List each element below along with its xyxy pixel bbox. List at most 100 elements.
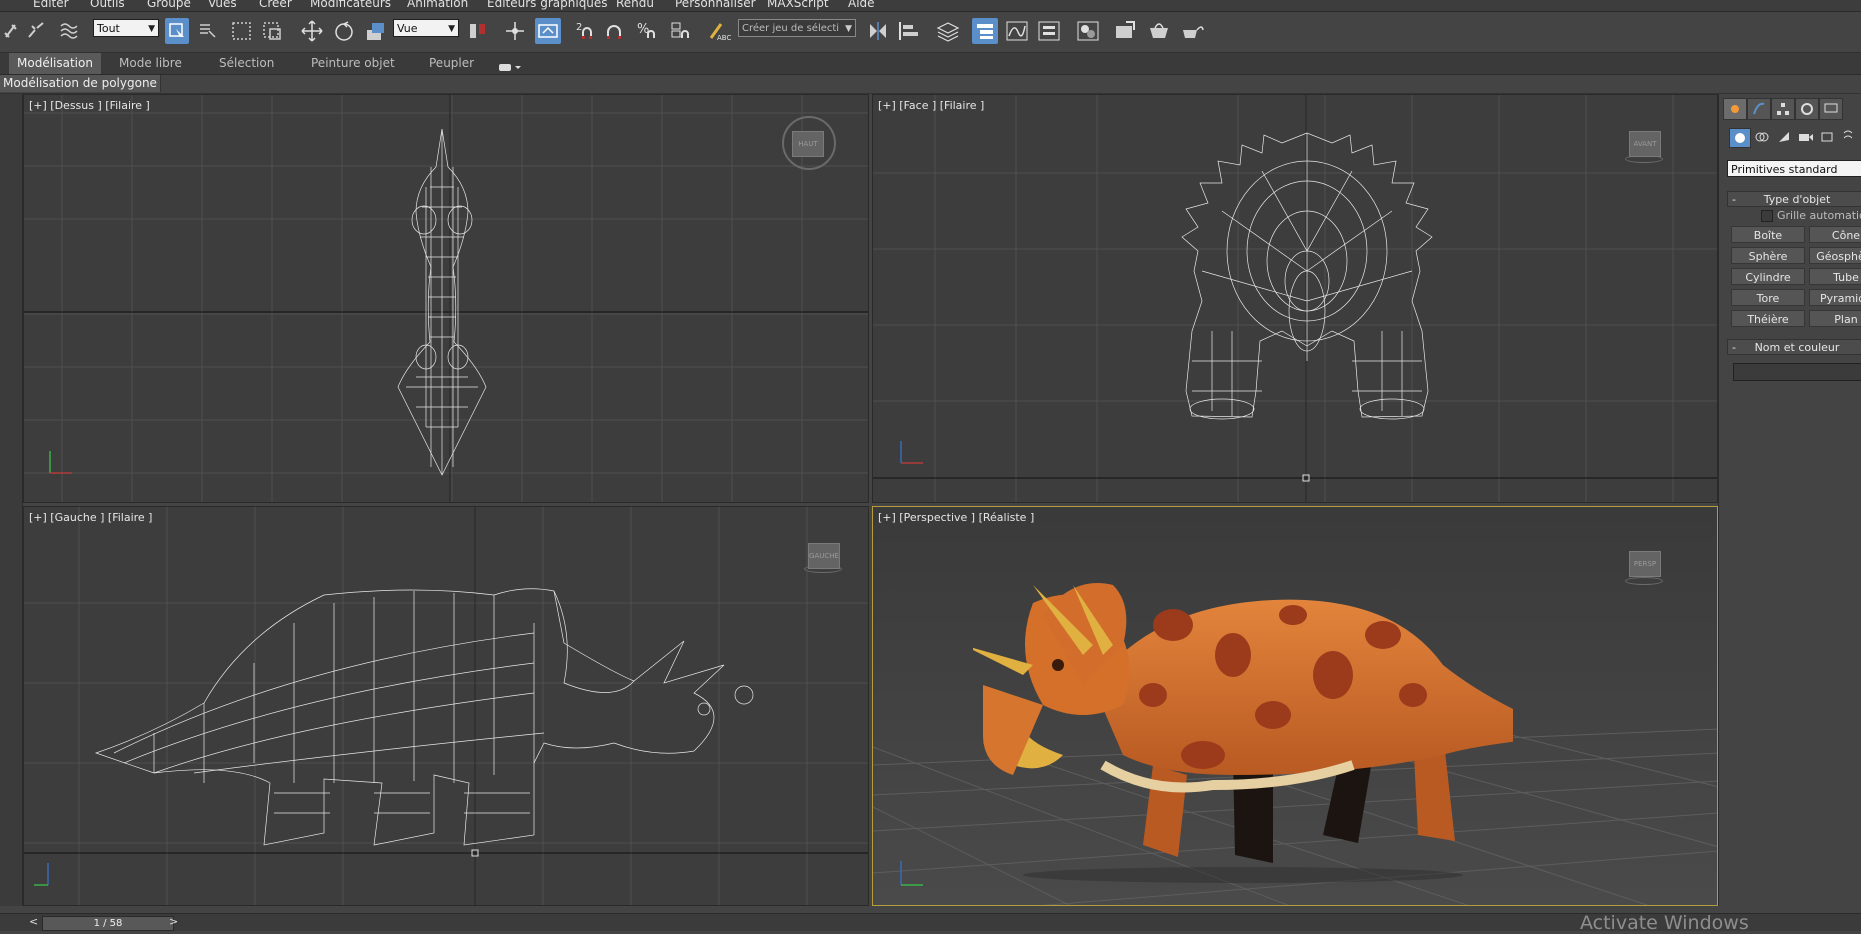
menu-personnaliser[interactable]: Personnaliser [675, 0, 756, 10]
object-name-input[interactable] [1733, 363, 1861, 381]
menu-vues[interactable]: Vues [208, 0, 237, 10]
perspective-viewcube-ring[interactable] [1625, 577, 1663, 585]
render-setup-icon[interactable] [1113, 18, 1139, 44]
menu-outils[interactable]: Outils [90, 0, 125, 10]
menu-animation[interactable]: Animation [407, 0, 468, 10]
box-button[interactable]: Boîte [1731, 226, 1805, 243]
edit-named-selection-icon[interactable]: ABC [707, 18, 731, 44]
spinner-snap-icon[interactable] [670, 18, 694, 44]
viewport-front-label[interactable]: [+] [Face ] [Filaire ] [878, 99, 984, 112]
space-warps-category-icon[interactable] [1841, 128, 1859, 146]
schematic-view-icon[interactable] [1036, 18, 1062, 44]
select-manipulate-icon[interactable] [503, 18, 527, 44]
plane-button[interactable]: Plan [1809, 310, 1861, 327]
menu-rendu[interactable]: Rendu [616, 0, 654, 10]
mirror-icon[interactable] [865, 18, 891, 44]
hierarchy-tab-icon[interactable] [1771, 98, 1795, 120]
viewport-top[interactable]: HAUT [+] [Dessus ] [Filaire ] [23, 94, 869, 503]
sphere-button[interactable]: Sphère [1731, 247, 1805, 264]
geometry-category-icon[interactable] [1729, 128, 1751, 148]
link-icon[interactable] [2, 18, 20, 44]
torus-button[interactable]: Tore [1731, 289, 1805, 306]
unlink-icon[interactable] [26, 18, 46, 44]
tab-peinture-objet[interactable]: Peinture objet [303, 53, 403, 74]
menu-aide[interactable]: Aide [848, 0, 875, 10]
angle-snap-icon[interactable] [604, 18, 628, 44]
ribbon-options-icon[interactable] [498, 58, 522, 71]
triceratops-side-wireframe [94, 588, 754, 846]
window-crossing-icon[interactable] [261, 18, 285, 44]
lights-category-icon[interactable] [1775, 128, 1793, 146]
viewport-left[interactable]: GAUCHE [+] [Gauche ] [Filaire ] [23, 506, 869, 906]
modify-tab-icon[interactable] [1747, 98, 1771, 120]
menu-maxscript[interactable]: MAXScript [767, 0, 829, 10]
teapot-button[interactable]: Théière [1731, 310, 1805, 327]
rectangle-selection-icon[interactable] [230, 18, 254, 44]
menu-modificateurs[interactable]: Modificateurs [310, 0, 391, 10]
autogrid-checkbox[interactable] [1761, 210, 1773, 222]
material-editor-icon[interactable] [1075, 18, 1101, 44]
viewport-perspective-label[interactable]: [+] [Perspective ] [Réaliste ] [878, 511, 1034, 524]
viewport-perspective[interactable]: PERSP [+] [Perspective ] [Réaliste ] [872, 506, 1718, 906]
object-category-dropdown[interactable]: Primitives standard [1727, 160, 1861, 177]
cameras-category-icon[interactable] [1797, 128, 1815, 146]
create-tab-icon[interactable] [1723, 98, 1747, 120]
geosphere-button[interactable]: Géosphère [1809, 247, 1861, 264]
menu-editeurs-graphiques[interactable]: Editeurs graphiques [487, 0, 608, 10]
bind-space-warp-icon[interactable] [58, 18, 80, 44]
shapes-category-icon[interactable] [1753, 128, 1771, 146]
align-icon[interactable] [896, 18, 922, 44]
pivot-point-icon[interactable] [465, 18, 491, 44]
rollout-object-type-label: Type d'objet [1763, 193, 1831, 206]
tube-button[interactable]: Tube [1809, 268, 1861, 285]
select-object-icon[interactable] [165, 18, 189, 44]
tab-modelisation[interactable]: Modélisation [9, 53, 101, 74]
selection-filter-select[interactable]: Tout ▼ [93, 19, 159, 37]
time-slider[interactable]: 1 / 58 [42, 916, 174, 931]
viewport-front[interactable]: AVANT [+] [Face ] [Filaire ] [872, 94, 1718, 503]
move-icon[interactable] [300, 18, 324, 44]
pyramid-button[interactable]: Pyramide [1809, 289, 1861, 306]
motion-tab-icon[interactable] [1795, 98, 1819, 120]
helpers-category-icon[interactable] [1819, 128, 1837, 146]
left-viewcube[interactable]: GAUCHE [808, 543, 840, 569]
top-viewcube[interactable]: HAUT [792, 131, 824, 157]
keyboard-shortcut-override-icon[interactable] [535, 18, 561, 44]
tab-selection[interactable]: Sélection [211, 53, 282, 74]
next-frame-button[interactable]: > [169, 915, 178, 928]
select-by-name-icon[interactable] [197, 18, 221, 44]
front-axis-tripod [900, 441, 923, 464]
viewport-top-label[interactable]: [+] [Dessus ] [Filaire ] [29, 99, 150, 112]
layer-explorer-icon[interactable] [935, 18, 961, 44]
scene-explorer-icon[interactable] [972, 18, 998, 44]
object-category-value: Primitives standard [1731, 163, 1838, 176]
snaps-toggle-icon[interactable]: 2 [575, 18, 599, 44]
tab-peupler[interactable]: Peupler [421, 53, 482, 74]
selection-filter-value: Tout [97, 22, 120, 35]
cylinder-button[interactable]: Cylindre [1731, 268, 1805, 285]
curve-editor-icon[interactable] [1004, 18, 1030, 44]
menu-creer[interactable]: Créer [259, 0, 292, 10]
percent-snap-icon[interactable]: % [636, 18, 660, 44]
tab-mode-libre[interactable]: Mode libre [111, 53, 190, 74]
rotate-icon[interactable] [332, 18, 356, 44]
cone-button[interactable]: Cône [1809, 226, 1861, 243]
top-axis-tripod [49, 451, 72, 474]
display-tab-icon[interactable] [1819, 98, 1843, 120]
menu-bar: Editer Outils Groupe Vues Créer Modifica… [0, 0, 1861, 12]
menu-editer[interactable]: Editer [33, 0, 69, 10]
named-selection-set-input[interactable]: Créer jeu de sélecti ▼ [738, 19, 856, 37]
ribbon-sub-label[interactable]: Modélisation de polygone [0, 75, 161, 92]
menu-groupe[interactable]: Groupe [147, 0, 191, 10]
prev-frame-button[interactable]: < [29, 915, 38, 928]
perspective-viewcube[interactable]: PERSP [1629, 551, 1661, 577]
reference-coordinate-value: Vue [397, 22, 418, 35]
rollout-name-color[interactable]: - Nom et couleur [1727, 339, 1861, 355]
reference-coordinate-select[interactable]: Vue ▼ [393, 19, 459, 37]
render-production-icon[interactable] [1180, 18, 1206, 44]
scale-icon[interactable] [363, 18, 389, 44]
rollout-object-type[interactable]: - Type d'objet [1727, 191, 1861, 207]
front-viewcube[interactable]: AVANT [1629, 131, 1661, 157]
rendered-frame-window-icon[interactable] [1146, 18, 1172, 44]
viewport-left-label[interactable]: [+] [Gauche ] [Filaire ] [29, 511, 152, 524]
